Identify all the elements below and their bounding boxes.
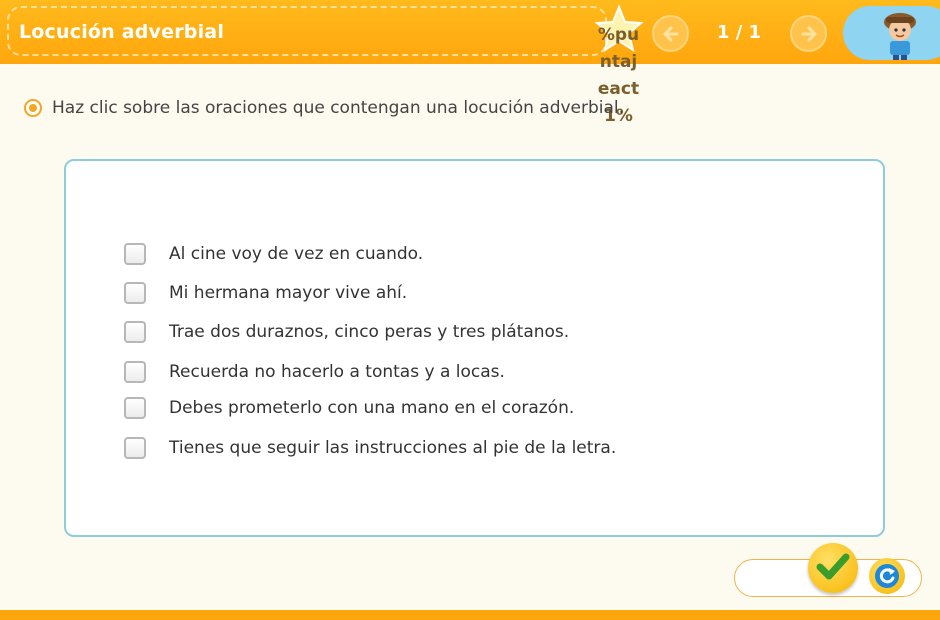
footer-bar <box>0 610 940 620</box>
header-bar: Locución adverbial 1 / 1 <box>0 0 940 64</box>
checkbox[interactable] <box>124 437 146 459</box>
option-1[interactable]: Al cine voy de vez en cuando. <box>124 243 423 265</box>
option-label[interactable]: Tienes que seguir las instrucciones al p… <box>169 438 616 458</box>
instruction: Haz clic sobre las oraciones que conteng… <box>24 98 624 118</box>
reset-button[interactable] <box>869 558 905 594</box>
page-indicator: 1 / 1 <box>716 22 762 43</box>
activity-title: Locución adverbial <box>19 21 225 43</box>
check-answer-button[interactable] <box>808 543 858 593</box>
student-avatar-icon <box>884 13 916 60</box>
next-button[interactable] <box>790 15 827 52</box>
option-6[interactable]: Tienes que seguir las instrucciones al p… <box>124 437 616 459</box>
option-label[interactable]: Recuerda no hacerlo a tontas y a locas. <box>169 362 505 382</box>
option-3[interactable]: Trae dos duraznos, cinco peras y tres pl… <box>124 321 569 343</box>
reset-icon <box>875 564 899 588</box>
option-2[interactable]: Mi hermana mayor vive ahí. <box>124 282 407 304</box>
option-4[interactable]: Recuerda no hacerlo a tontas y a locas. <box>124 361 505 383</box>
checkbox[interactable] <box>124 282 146 304</box>
previous-button[interactable] <box>652 15 689 52</box>
checkbox[interactable] <box>124 243 146 265</box>
bullet-icon <box>24 99 42 117</box>
option-label[interactable]: Trae dos duraznos, cinco peras y tres pl… <box>169 322 569 342</box>
option-label[interactable]: Mi hermana mayor vive ahí. <box>169 283 407 303</box>
option-label[interactable]: Al cine voy de vez en cuando. <box>169 244 423 264</box>
checkbox[interactable] <box>124 397 146 419</box>
arrow-right-icon <box>801 26 817 42</box>
option-label[interactable]: Debes prometerlo con una mano en el cora… <box>169 398 574 418</box>
checkbox[interactable] <box>124 361 146 383</box>
option-5[interactable]: Debes prometerlo con una mano en el cora… <box>124 397 574 419</box>
instruction-text: Haz clic sobre las oraciones que conteng… <box>52 98 625 118</box>
checkbox[interactable] <box>124 321 146 343</box>
options-panel <box>64 159 885 537</box>
arrow-left-icon <box>663 26 679 42</box>
checkmark-icon <box>816 553 850 580</box>
